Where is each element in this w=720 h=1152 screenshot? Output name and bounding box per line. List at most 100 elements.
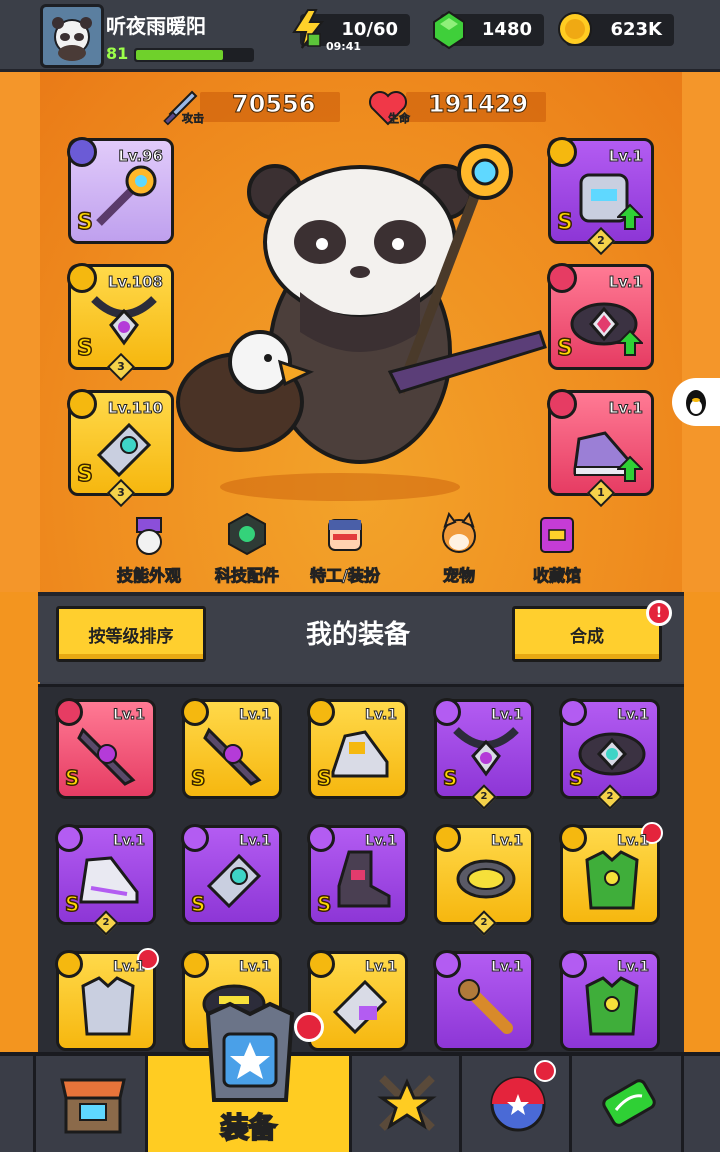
item-grade: S [64, 891, 80, 917]
inventory-item[interactable]: Lv.1 S [307, 824, 408, 925]
battle-icon [377, 1075, 437, 1131]
events-alert-badge [534, 1060, 556, 1082]
inventory-item[interactable]: Lv.1 S 2 [559, 698, 660, 810]
staff-icon [96, 165, 157, 226]
item-grade: S [442, 765, 458, 791]
dagger-icon [77, 727, 136, 786]
dagger-icon [203, 727, 262, 786]
item-level: Lv.1 [491, 833, 524, 850]
inventory-grid: Lv.1 S Lv.1 S Lv.1 S Lv.1 S 2 Lv.1 S 2 L… [38, 684, 684, 1052]
belt-icon [578, 732, 646, 776]
inventory-item[interactable]: Lv.1 S 2 [55, 824, 156, 936]
menu-label: 特工/装扮 [310, 566, 381, 586]
nav-tab-equipment[interactable]: 装备 [148, 1001, 352, 1152]
equipped-necklace-slot[interactable]: Lv.108 S 3 [67, 263, 174, 382]
armor-level: Lv.1 [608, 147, 643, 166]
hp-stat: 生命 191429 [366, 88, 546, 126]
equipped-belt-slot[interactable]: Lv.1 S [547, 263, 654, 370]
lightning-icon [292, 9, 325, 49]
item-level: Lv.1 [617, 707, 650, 724]
nav-tab-events[interactable] [462, 1056, 572, 1152]
item-level: Lv.1 [113, 833, 146, 850]
player-avatar[interactable] [40, 4, 104, 68]
inventory-item[interactable]: Lv.1 [559, 950, 660, 1051]
inventory-item[interactable]: Lv.1 [559, 822, 663, 925]
weapon-grade: S [76, 209, 93, 236]
equipment-icon [205, 1001, 295, 1102]
inventory-item[interactable]: Lv.1 S [55, 698, 156, 799]
menu-collection[interactable]: 收藏馆 [512, 512, 602, 586]
energy-value: 10/60 [341, 19, 398, 40]
inventory-item[interactable]: Lv.1 S [181, 698, 282, 799]
item-level: Lv.1 [113, 959, 146, 976]
shop-icon [60, 1078, 126, 1134]
qq-float-button[interactable] [672, 378, 720, 426]
item-level: Lv.1 [365, 707, 398, 724]
equipped-gloves-slot[interactable]: Lv.110 S 3 [67, 389, 174, 508]
gloves-grade: S [76, 461, 93, 488]
belt-grade: S [556, 335, 573, 362]
nav-edge-left [0, 1056, 36, 1152]
nav-tab-battle[interactable] [352, 1056, 462, 1152]
sort-by-level-button[interactable]: 按等级排序 [56, 606, 206, 662]
inventory-item[interactable]: Lv.1 [55, 948, 159, 1051]
bottom-nav: 装备 [0, 1001, 720, 1152]
merge-button[interactable]: 合成 [512, 606, 662, 662]
item-level: Lv.1 [491, 959, 524, 976]
gauntlet-icon [332, 979, 388, 1035]
skin-hat-icon [136, 517, 162, 555]
green-armor-icon [585, 850, 639, 910]
boots-type-icon [547, 389, 577, 419]
inventory-item[interactable]: Lv.1 S 2 [433, 698, 534, 810]
menu-label: 科技配件 [214, 566, 279, 586]
inventory-item[interactable]: Lv.1 S [307, 698, 408, 799]
equipment-alert-badge [294, 1012, 324, 1042]
nav-tab-lab[interactable] [572, 1056, 684, 1152]
item-level: Lv.1 [239, 707, 272, 724]
silver-armor-icon [81, 976, 135, 1036]
inventory-item[interactable]: Lv.1 [307, 950, 408, 1051]
item-grade: S [316, 891, 332, 917]
inventory-item[interactable]: Lv.1 2 [433, 824, 534, 936]
nav-tab-shop[interactable] [36, 1056, 148, 1152]
green-armor-icon [585, 976, 639, 1036]
gem-value: 1480 [481, 19, 532, 40]
sneaker-icon [79, 856, 139, 904]
equipped-weapon-slot[interactable]: Lv.96 S [67, 137, 174, 244]
spiked-collar-icon [456, 859, 516, 899]
equipped-boots-slot[interactable]: Lv.1 1 [547, 389, 654, 508]
player-level: 81 [106, 44, 129, 63]
gold-coin-icon [558, 12, 592, 46]
menu-label: 宠物 [442, 566, 475, 586]
necklace-icon [91, 296, 157, 346]
menu-tech-parts[interactable]: 科技配件 [202, 512, 292, 586]
attack-value: 70556 [232, 90, 316, 119]
attack-label: 攻击 [182, 112, 205, 126]
hero-stage: 攻击 70556 生命 191429 Lv.96 S Lv.108 S 3 Lv… [40, 72, 682, 592]
club-icon [458, 979, 513, 1034]
hp-label: 生命 [388, 112, 411, 126]
menu-skill-skin[interactable]: 技能外观 [104, 512, 194, 586]
hero-area: 攻击 70556 生命 191429 Lv.96 S Lv.108 S 3 Lv… [0, 72, 720, 592]
dna-lab-icon [602, 1079, 656, 1127]
menu-pet[interactable]: 宠物 [414, 511, 504, 586]
item-level: Lv.1 [365, 959, 398, 976]
equipped-armor-slot[interactable]: Lv.1 S 2 [547, 137, 654, 256]
belt-level: Lv.1 [608, 273, 643, 292]
menu-agent-outfit[interactable]: 特工/装扮 [300, 512, 390, 586]
item-level: Lv.1 [239, 959, 272, 976]
gem-counter[interactable]: 1480 [433, 10, 544, 50]
necklace-level: Lv.108 [107, 273, 163, 292]
panda-hero-character[interactable] [160, 132, 560, 512]
weapon-level: Lv.96 [118, 147, 164, 166]
item-level: Lv.1 [617, 959, 650, 976]
gauntlet-icon [206, 853, 262, 909]
necklace-grade: S [76, 335, 93, 362]
inventory-item[interactable]: Lv.1 S [181, 824, 282, 925]
item-level: Lv.1 [365, 833, 398, 850]
player-name: 听夜雨暖阳 [106, 14, 206, 38]
inventory-item[interactable]: Lv.1 [433, 950, 534, 1051]
qq-penguin-icon [686, 390, 706, 416]
boots-level: Lv.1 [608, 399, 643, 418]
coin-counter[interactable]: 623K [558, 12, 674, 46]
